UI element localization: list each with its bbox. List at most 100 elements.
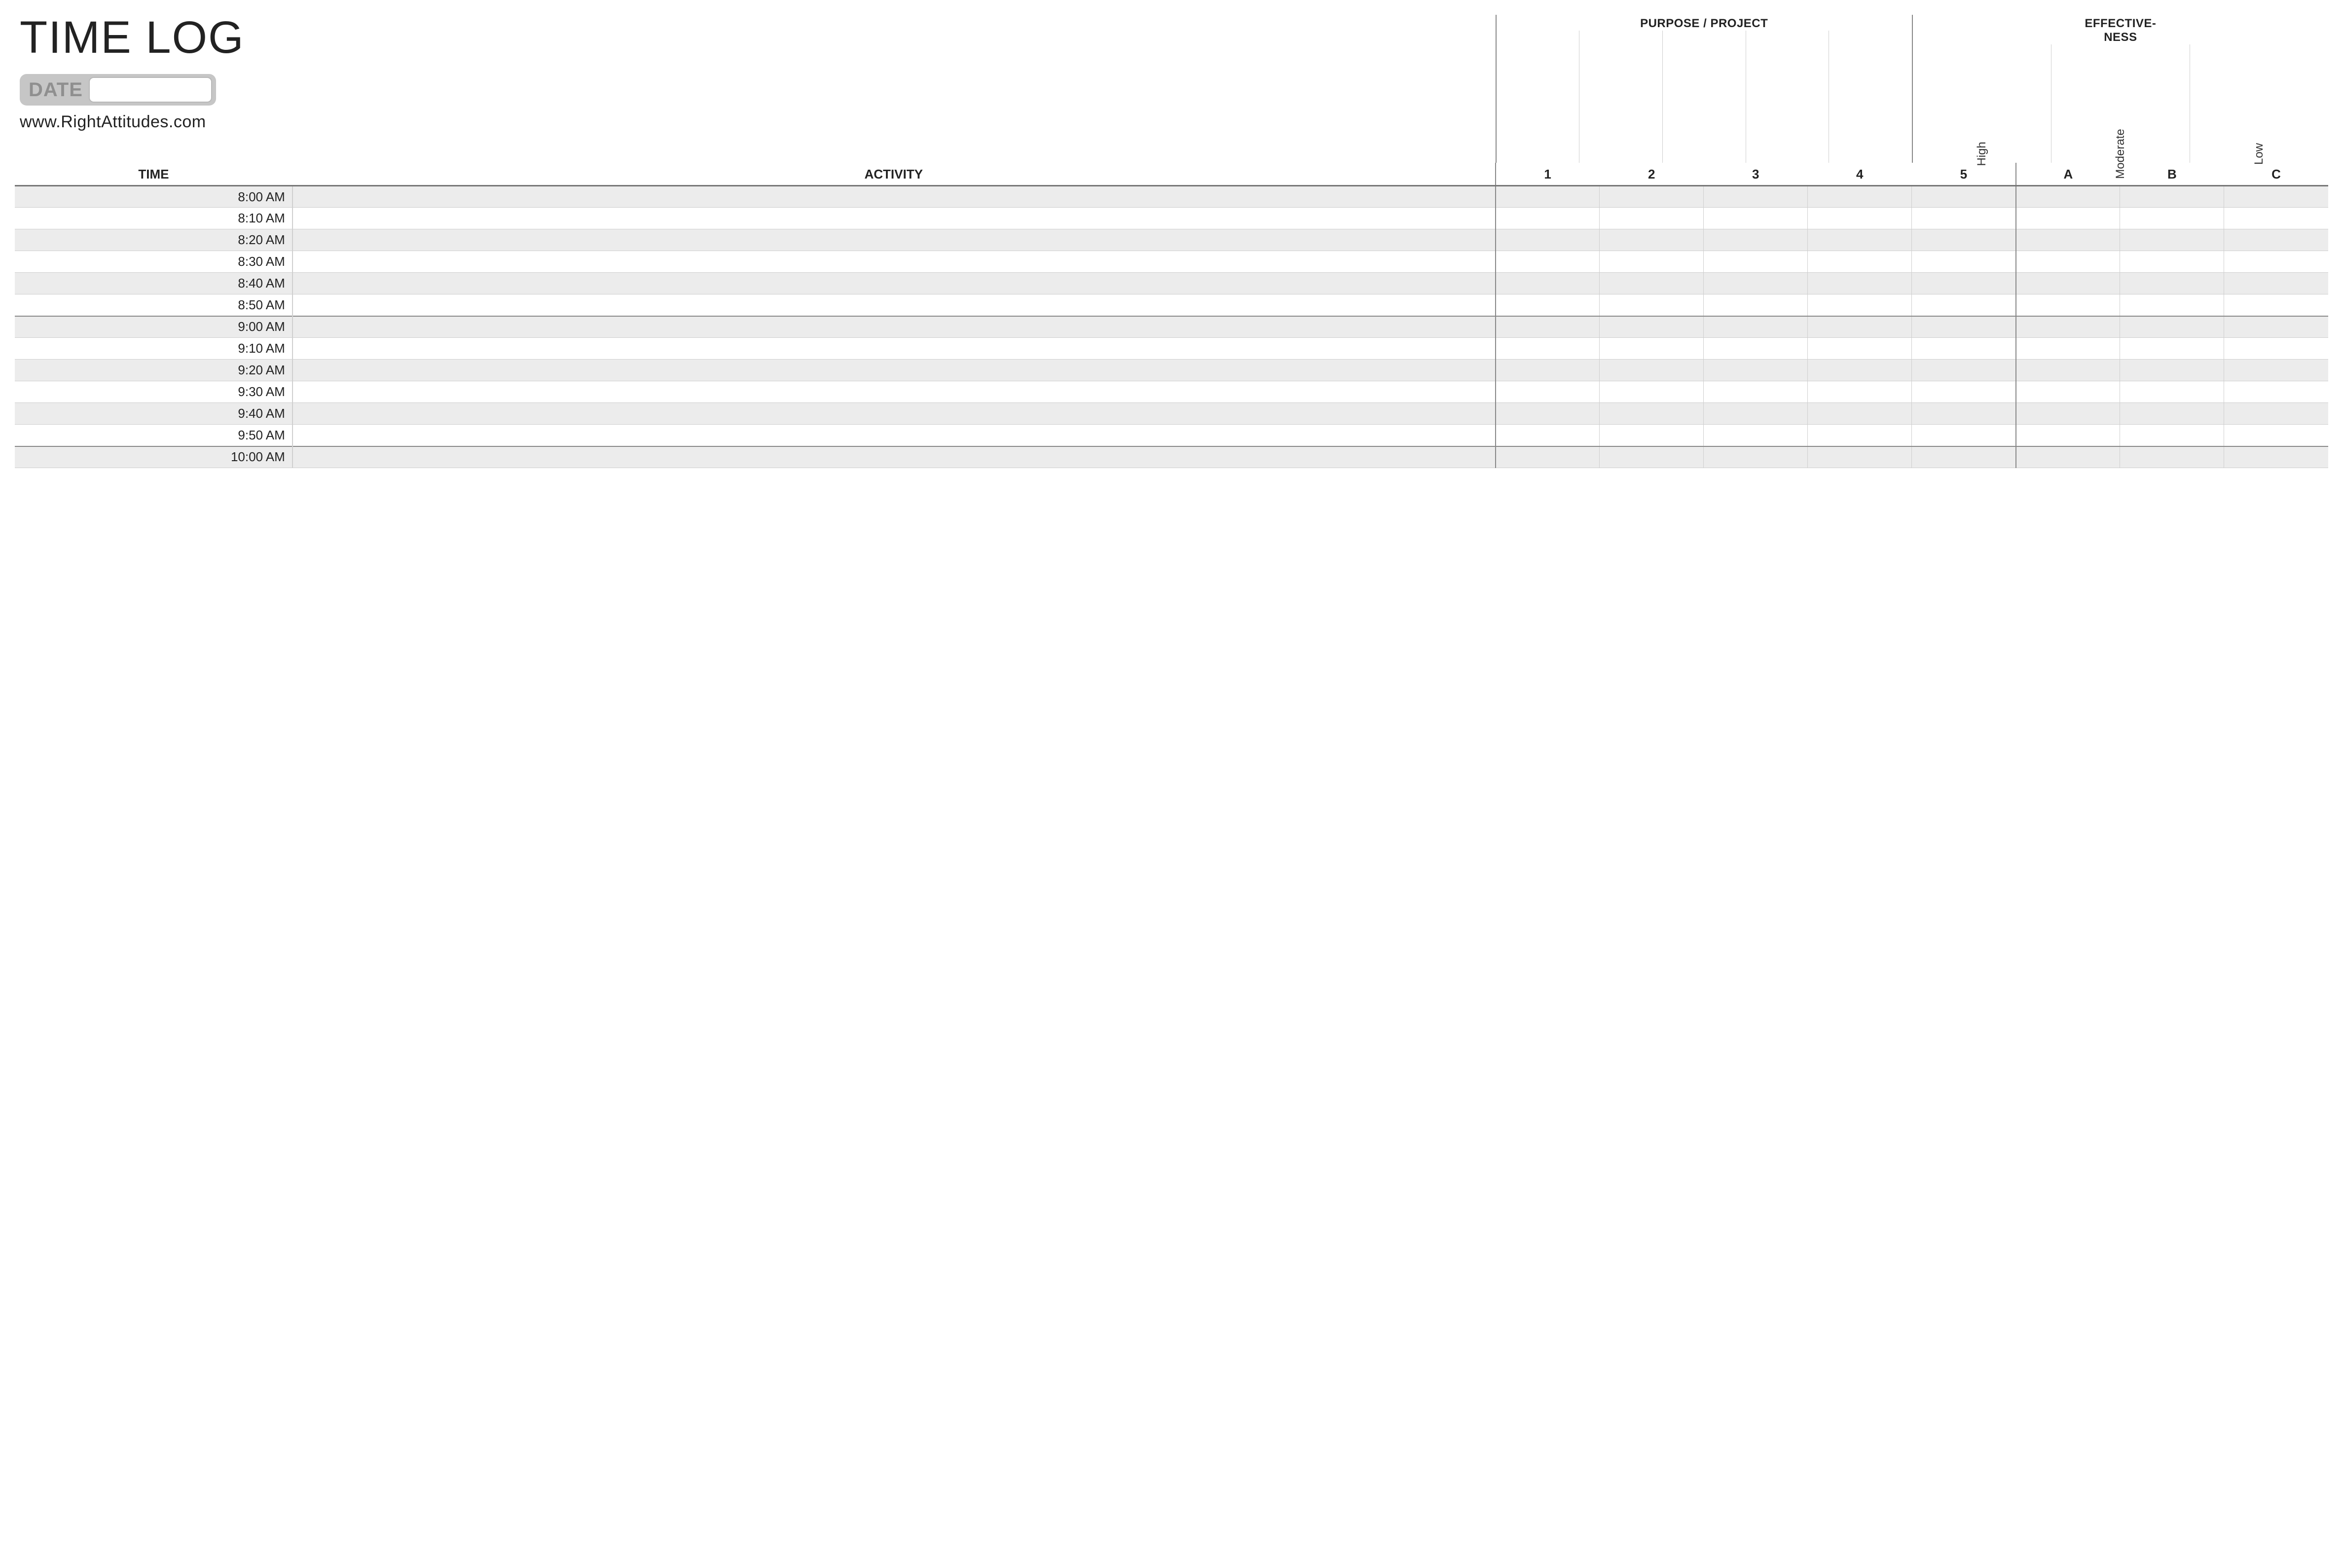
effectiveness-cell[interactable] (2224, 360, 2328, 381)
effectiveness-cell[interactable] (2016, 208, 2120, 229)
purpose-cell[interactable] (1704, 273, 1808, 294)
effectiveness-cell[interactable] (2224, 273, 2328, 294)
purpose-cell[interactable] (1600, 446, 1704, 468)
purpose-cell[interactable] (1496, 294, 1600, 316)
effectiveness-cell[interactable] (2224, 403, 2328, 425)
purpose-cell[interactable] (1704, 316, 1808, 338)
activity-cell[interactable] (293, 446, 1496, 468)
activity-cell[interactable] (293, 208, 1496, 229)
effectiveness-cell[interactable] (2224, 316, 2328, 338)
purpose-cell[interactable] (1808, 294, 1912, 316)
purpose-cell[interactable] (1808, 273, 1912, 294)
effectiveness-cell[interactable] (2224, 381, 2328, 403)
purpose-cell[interactable] (1704, 425, 1808, 446)
purpose-cell[interactable] (1808, 251, 1912, 273)
purpose-cell[interactable] (1704, 229, 1808, 251)
purpose-cell[interactable] (1704, 381, 1808, 403)
purpose-cell[interactable] (1496, 360, 1600, 381)
effectiveness-cell[interactable] (2224, 294, 2328, 316)
effectiveness-cell[interactable] (2120, 425, 2224, 446)
effectiveness-cell[interactable] (2016, 251, 2120, 273)
effectiveness-cell[interactable] (2016, 273, 2120, 294)
purpose-cell[interactable] (1600, 251, 1704, 273)
purpose-cell[interactable] (1704, 251, 1808, 273)
effectiveness-cell[interactable] (2120, 446, 2224, 468)
purpose-cell[interactable] (1600, 208, 1704, 229)
purpose-cell[interactable] (1808, 381, 1912, 403)
purpose-cell[interactable] (1600, 403, 1704, 425)
effectiveness-cell[interactable] (2120, 403, 2224, 425)
effectiveness-cell[interactable] (2224, 446, 2328, 468)
purpose-cell[interactable] (1600, 360, 1704, 381)
effectiveness-cell[interactable] (2016, 446, 2120, 468)
purpose-cell[interactable] (1912, 208, 2016, 229)
purpose-cell[interactable] (1600, 316, 1704, 338)
purpose-cell[interactable] (1496, 186, 1600, 208)
purpose-cell[interactable] (1600, 381, 1704, 403)
purpose-cell[interactable] (1912, 186, 2016, 208)
purpose-cell[interactable] (1808, 208, 1912, 229)
purpose-cell[interactable] (1912, 381, 2016, 403)
effectiveness-cell[interactable] (2016, 338, 2120, 360)
effectiveness-cell[interactable] (2016, 360, 2120, 381)
purpose-cell[interactable] (1600, 273, 1704, 294)
purpose-cell[interactable] (1912, 360, 2016, 381)
activity-cell[interactable] (293, 360, 1496, 381)
purpose-cell[interactable] (1808, 229, 1912, 251)
effectiveness-cell[interactable] (2016, 294, 2120, 316)
effectiveness-cell[interactable] (2224, 338, 2328, 360)
purpose-cell[interactable] (1496, 208, 1600, 229)
purpose-cell[interactable] (1808, 425, 1912, 446)
purpose-cell[interactable] (1912, 273, 2016, 294)
purpose-cell[interactable] (1808, 446, 1912, 468)
purpose-cell[interactable] (1496, 338, 1600, 360)
effectiveness-cell[interactable] (2120, 316, 2224, 338)
purpose-cell[interactable] (1808, 338, 1912, 360)
activity-cell[interactable] (293, 229, 1496, 251)
purpose-cell[interactable] (1912, 338, 2016, 360)
activity-cell[interactable] (293, 294, 1496, 316)
activity-cell[interactable] (293, 273, 1496, 294)
effectiveness-cell[interactable] (2224, 229, 2328, 251)
purpose-cell[interactable] (1600, 338, 1704, 360)
purpose-cell[interactable] (1600, 229, 1704, 251)
effectiveness-cell[interactable] (2224, 208, 2328, 229)
effectiveness-cell[interactable] (2016, 403, 2120, 425)
purpose-cell[interactable] (1912, 316, 2016, 338)
effectiveness-cell[interactable] (2120, 360, 2224, 381)
effectiveness-cell[interactable] (2016, 229, 2120, 251)
purpose-cell[interactable] (1600, 294, 1704, 316)
purpose-cell[interactable] (1912, 425, 2016, 446)
purpose-cell[interactable] (1912, 403, 2016, 425)
effectiveness-cell[interactable] (2120, 273, 2224, 294)
date-input[interactable] (89, 77, 212, 103)
effectiveness-cell[interactable] (2120, 381, 2224, 403)
purpose-cell[interactable] (1600, 186, 1704, 208)
activity-cell[interactable] (293, 316, 1496, 338)
purpose-cell[interactable] (1496, 381, 1600, 403)
activity-cell[interactable] (293, 425, 1496, 446)
purpose-cell[interactable] (1704, 360, 1808, 381)
purpose-cell[interactable] (1496, 425, 1600, 446)
purpose-cell[interactable] (1912, 229, 2016, 251)
effectiveness-cell[interactable] (2120, 251, 2224, 273)
effectiveness-cell[interactable] (2120, 229, 2224, 251)
activity-cell[interactable] (293, 403, 1496, 425)
effectiveness-cell[interactable] (2224, 186, 2328, 208)
effectiveness-cell[interactable] (2120, 294, 2224, 316)
effectiveness-cell[interactable] (2224, 251, 2328, 273)
purpose-cell[interactable] (1496, 273, 1600, 294)
effectiveness-cell[interactable] (2016, 381, 2120, 403)
purpose-cell[interactable] (1912, 251, 2016, 273)
purpose-cell[interactable] (1704, 208, 1808, 229)
purpose-cell[interactable] (1496, 403, 1600, 425)
effectiveness-cell[interactable] (2224, 425, 2328, 446)
purpose-cell[interactable] (1704, 294, 1808, 316)
activity-cell[interactable] (293, 186, 1496, 208)
purpose-cell[interactable] (1704, 186, 1808, 208)
effectiveness-cell[interactable] (2016, 425, 2120, 446)
effectiveness-cell[interactable] (2120, 186, 2224, 208)
purpose-cell[interactable] (1496, 446, 1600, 468)
purpose-cell[interactable] (1704, 338, 1808, 360)
effectiveness-cell[interactable] (2016, 186, 2120, 208)
